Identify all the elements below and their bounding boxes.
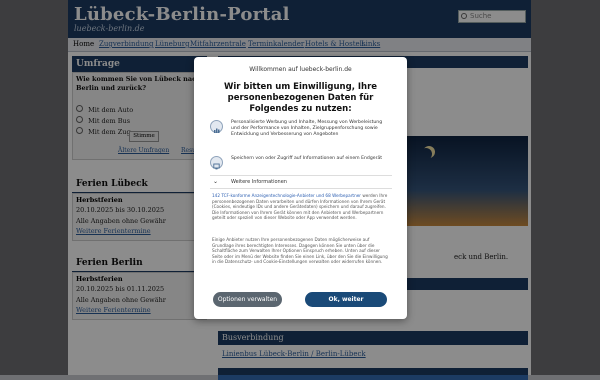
consent-paragraph-2: Einige Anbieter nutzen Ihre personenbezo… bbox=[212, 237, 388, 265]
more-info-toggle[interactable]: ⌄ Weitere Informationen bbox=[210, 178, 392, 186]
consent-site-label: Willkommen auf luebeck-berlin.de bbox=[249, 66, 352, 73]
purpose-ads: Personalisierte Werbung und Inhalte, Mes… bbox=[210, 120, 392, 150]
device-icon bbox=[210, 156, 223, 170]
chart-icon bbox=[210, 120, 223, 133]
purpose-device: Speichern von oder Zugriff auf Informati… bbox=[210, 156, 392, 176]
accept-button[interactable]: Ok, weiter bbox=[305, 292, 387, 307]
consent-heading: Wir bitten um Einwilligung, Ihre persone… bbox=[223, 82, 378, 114]
manage-options-button[interactable]: Optionen verwalten bbox=[213, 292, 282, 307]
consent-paragraph-1: 142 TCF-konforme Anzeigentechnologie-Anb… bbox=[212, 193, 390, 221]
divider bbox=[210, 175, 392, 176]
purpose-ads-text: Personalisierte Werbung und Inhalte, Mes… bbox=[231, 120, 383, 138]
purpose-device-text: Speichern von oder Zugriff auf Informati… bbox=[231, 156, 383, 161]
chevron-down-icon: ⌄ bbox=[213, 178, 219, 185]
consent-dialog: Willkommen auf luebeck-berlin.de Wir bit… bbox=[194, 57, 407, 319]
vendors-link[interactable]: 142 TCF-konforme Anzeigentechnologie-Anb… bbox=[212, 193, 361, 198]
more-info-label: Weitere Informationen bbox=[231, 179, 287, 185]
divider bbox=[210, 188, 392, 189]
